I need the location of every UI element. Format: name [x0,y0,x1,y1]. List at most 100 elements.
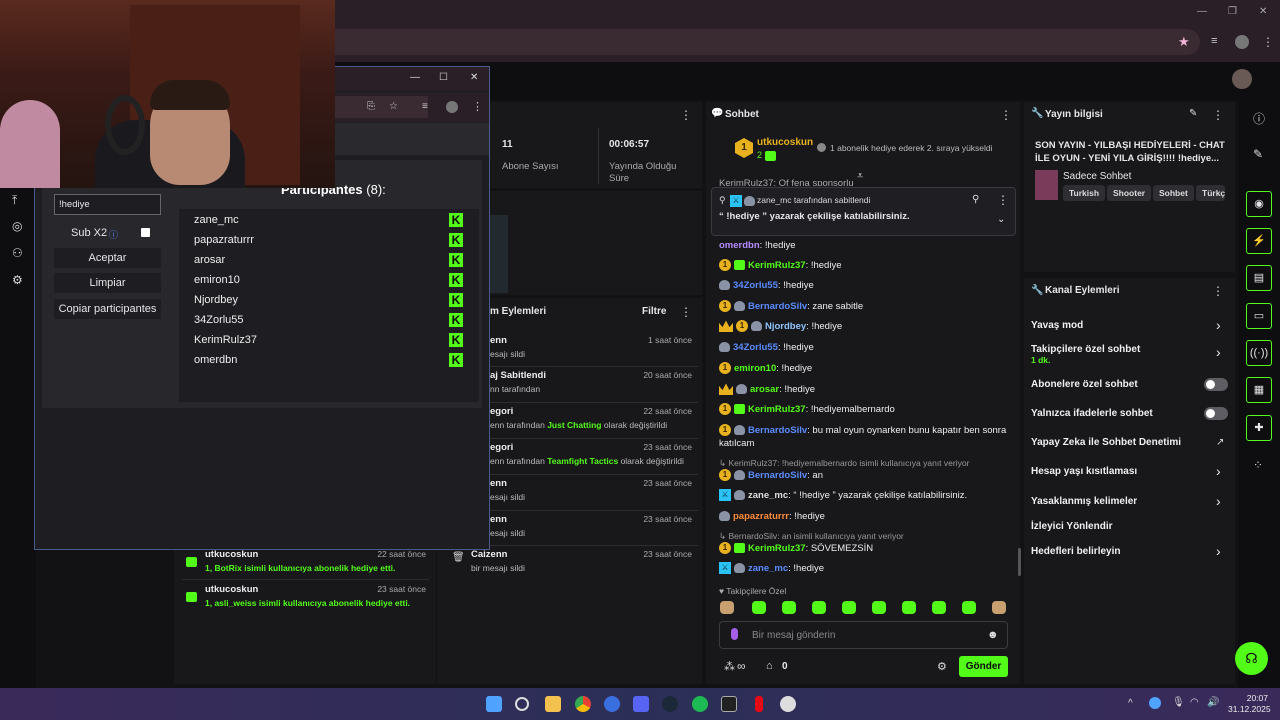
chevron-up-icon[interactable]: ^ [1128,698,1133,709]
store-icon[interactable]: ⌂ [766,660,773,672]
emote-icon[interactable] [720,601,734,614]
tray-app-icon[interactable] [1149,697,1161,709]
chevron-right-icon[interactable]: › [1216,463,1221,479]
chat-username[interactable]: KerimRulz37 [748,404,806,415]
media-icon[interactable]: ≡ [1211,35,1217,47]
chat-username[interactable]: arosar [750,384,779,395]
emote-icon[interactable] [992,601,1006,614]
obs-icon[interactable] [780,696,796,712]
broadcast-button[interactable]: ((·)) [1246,340,1272,366]
chat-button[interactable]: ▭ [1246,303,1272,329]
translate-icon[interactable]: ⎘ [367,101,375,112]
emote-icon[interactable] [932,601,946,614]
user-avatar[interactable] [1232,69,1252,89]
emote-icon[interactable] [872,601,886,614]
microphone-icon[interactable] [731,628,738,640]
chevron-right-icon[interactable]: › [1216,543,1221,559]
chevron-down-icon[interactable]: ⌄ [997,214,1005,225]
filter-button[interactable]: Filtre [642,306,666,317]
channel-action-label[interactable]: Yavaş mod [1031,320,1231,331]
support-button[interactable]: ☊ [1235,642,1268,675]
discord-icon[interactable] [633,696,649,712]
chevron-right-icon[interactable]: › [1216,344,1221,360]
pencil-icon[interactable]: ✎ [1253,147,1263,161]
channel-action-label[interactable]: Abonelere özel sohbet [1031,379,1231,390]
more-icon[interactable]: ⁘ [1253,458,1263,472]
microphone-tray-icon[interactable]: 🎙 [1172,697,1185,708]
close-icon[interactable]: ✕ [470,72,478,83]
chat-settings-icon[interactable]: ⚙ [937,660,947,673]
chat-username[interactable]: emiron10 [734,363,776,374]
chevron-right-icon[interactable]: › [1216,493,1221,509]
send-button[interactable]: Gönder [959,656,1008,677]
emote-icon[interactable] [812,601,826,614]
toggle-switch[interactable] [1204,407,1228,420]
emote-icon[interactable] [842,601,856,614]
maximize-icon[interactable]: ☐ [439,72,448,83]
channel-action-label[interactable]: Yapay Zeka ile Sohbet Denetimi [1031,437,1231,448]
chat-username[interactable]: omerdbn [719,240,760,251]
clear-button[interactable]: Limpiar [54,273,161,293]
camera-icon[interactable]: ◎ [12,219,22,233]
channel-action-label[interactable]: Hesap yaşı kısıtlaması [1031,466,1231,477]
channel-actions-menu-icon[interactable]: ⋮ [1212,284,1224,298]
settings-icon[interactable]: ⚙ [12,273,23,287]
browser-menu-icon[interactable]: ⋮ [1262,35,1274,49]
points-icon[interactable]: ⁂ [724,660,735,673]
channel-action-label[interactable]: Yasaklanmış kelimeler [1031,496,1231,507]
minimize-icon[interactable]: — [1197,6,1207,17]
volume-icon[interactable]: 🔊 [1207,697,1219,708]
layout-button[interactable]: ▦ [1246,377,1272,403]
chat-username[interactable]: Njordbey [765,321,806,332]
extension-address[interactable] [330,96,428,118]
activity-user[interactable]: utkucoskun [205,584,258,595]
chat-username[interactable]: BernardoSilv [748,301,807,312]
stream-info-menu-icon[interactable]: ⋮ [1212,108,1224,122]
users-icon[interactable]: ⚇ [12,246,23,260]
netflix-icon[interactable] [755,696,763,712]
external-link-icon[interactable]: ↗ [1216,437,1224,448]
spotify-icon[interactable] [692,696,708,712]
channel-action-label[interactable]: Hedefleri belirleyin [1031,546,1231,557]
tag-chip[interactable]: Turkish [1063,185,1106,201]
minimize-icon[interactable]: — [410,72,420,83]
address-bar[interactable] [330,29,1200,55]
emote-icon[interactable] [902,601,916,614]
emoji-icon[interactable]: ☻ [987,629,999,641]
channel-action-label[interactable]: Yalnızca ifadelerle sohbet [1031,408,1231,419]
pinned-menu-icon[interactable]: ⋮ [997,193,1009,207]
windows-start-icon[interactable] [486,696,502,712]
chrome-icon[interactable] [575,696,591,712]
chat-username[interactable]: 34Zorlu55 [733,342,778,353]
stats-menu-icon[interactable]: ⋮ [680,108,692,122]
steam-icon[interactable] [662,696,678,712]
upload-icon[interactable]: ⤒ [12,193,17,208]
camera-button[interactable]: ◉ [1246,191,1272,217]
accept-button[interactable]: Aceptar [54,248,161,268]
tag-chip[interactable]: Türkç [1196,185,1225,201]
chat-username[interactable]: 34Zorlu55 [733,280,778,291]
lightning-button[interactable]: ⚡ [1246,228,1272,254]
copy-participants-button[interactable]: Copiar participantes [54,299,161,319]
emote-icon[interactable] [782,601,796,614]
chat-menu-icon[interactable]: ⋮ [1000,108,1012,122]
close-icon[interactable]: ✕ [1259,6,1267,17]
tools-button[interactable]: ✚ [1246,415,1272,441]
emote-icon[interactable] [752,601,766,614]
file-explorer-icon[interactable] [545,696,561,712]
chevron-right-icon[interactable]: › [1216,317,1221,333]
tag-chip[interactable]: Shooter [1107,185,1152,201]
emote-icon[interactable] [962,601,976,614]
sub-checkbox[interactable] [141,228,150,237]
top-gifter-name[interactable]: utkucoskun [757,137,813,148]
mod-actions-menu-icon[interactable]: ⋮ [680,305,692,319]
wifi-icon[interactable]: ◠ [1190,697,1199,708]
star-icon[interactable]: ☆ [389,101,398,112]
keyword-input[interactable]: !hediye [54,194,161,215]
notes-button[interactable]: ▤ [1246,265,1272,291]
chat-scrollbar[interactable] [1018,548,1021,576]
channel-action-label[interactable]: Takipçilere özel sohbet [1031,344,1231,355]
info-icon[interactable]: ⓘ [1253,110,1265,127]
extension-menu-icon[interactable]: ⋮ [472,100,483,113]
info-icon[interactable]: ⓘ [109,228,118,241]
